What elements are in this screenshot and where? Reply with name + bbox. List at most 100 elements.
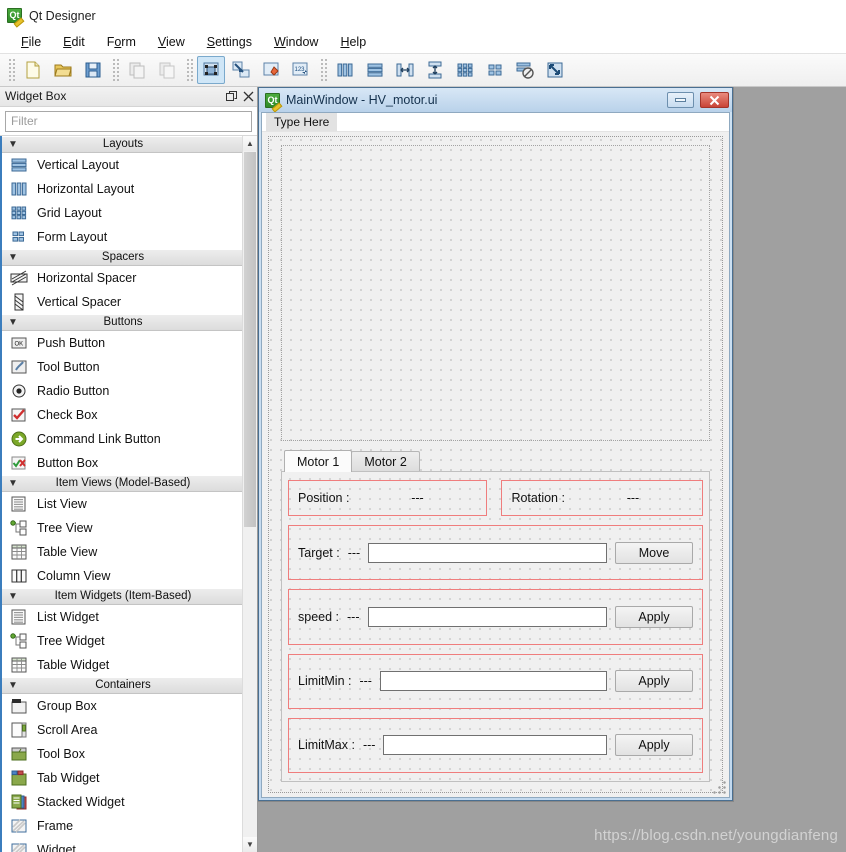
design-window-titlebar[interactable]: Qt MainWindow - HV_motor.ui <box>259 88 732 112</box>
menu-edit[interactable]: Edit <box>52 33 96 51</box>
widget-item-horizontal-spacer[interactable]: Horizontal Spacer <box>2 266 242 290</box>
move-button[interactable]: Move <box>615 541 693 564</box>
widget-item-list-view[interactable]: List View <box>2 492 242 516</box>
menu-view[interactable]: View <box>147 33 196 51</box>
widget-item-tool-button[interactable]: Tool Button <box>2 355 242 379</box>
category-label: Buttons <box>103 316 143 329</box>
widget-item-check-box[interactable]: Check Box <box>2 403 242 427</box>
speed-group[interactable]: speed : --- Apply <box>288 589 703 645</box>
widget-item-tool-box[interactable]: Tool Box <box>2 742 242 766</box>
widget-item-form-layout[interactable]: Form Layout <box>2 225 242 249</box>
layout-horizontally-icon[interactable] <box>331 56 359 84</box>
type-here-placeholder[interactable]: Type Here <box>266 113 338 131</box>
widget-item-frame[interactable]: Frame <box>2 814 242 838</box>
float-icon[interactable] <box>223 88 240 105</box>
scrollbar-thumb[interactable] <box>244 151 256 527</box>
widget-box-title: Widget Box <box>5 89 67 104</box>
close-button[interactable] <box>700 92 729 108</box>
limitmin-input[interactable] <box>379 671 607 692</box>
widget-box-scrollbar[interactable]: ▲ ▼ <box>242 135 257 852</box>
target-input[interactable] <box>368 542 607 563</box>
edit-signals-slots-icon[interactable] <box>227 56 255 84</box>
widget-item-radio-button[interactable]: Radio Button <box>2 379 242 403</box>
widget-item-vertical-layout[interactable]: Vertical Layout <box>2 153 242 177</box>
layout-grid-icon[interactable] <box>451 56 479 84</box>
menu-window[interactable]: Window <box>263 33 329 51</box>
widget-item-tab-widget[interactable]: Tab Widget <box>2 766 242 790</box>
menu-help[interactable]: Help <box>329 33 377 51</box>
central-widget[interactable]: Motor 1 Motor 2 Position : --- Rotation … <box>268 136 723 793</box>
frame-icon <box>9 816 28 835</box>
tab-motor-1[interactable]: Motor 1 <box>284 450 353 472</box>
tab-motor-2[interactable]: Motor 2 <box>351 451 420 472</box>
new-file-icon[interactable] <box>19 56 47 84</box>
resize-grip[interactable] <box>712 780 726 794</box>
limitmin-label: LimitMin : <box>298 674 352 689</box>
limitmin-group[interactable]: LimitMin : --- Apply <box>288 653 703 709</box>
layout-splitter-vertical-icon[interactable] <box>421 56 449 84</box>
limitmin-apply-button[interactable]: Apply <box>615 670 693 693</box>
widget-item-tree-widget[interactable]: Tree Widget <box>2 629 242 653</box>
widget-item-command-link-button[interactable]: Command Link Button <box>2 427 242 451</box>
widget-item-button-box[interactable]: Button Box <box>2 451 242 475</box>
layout-splitter-horizontal-icon[interactable] <box>391 56 419 84</box>
widget-item-widget[interactable]: Widget <box>2 838 242 852</box>
widget-item-vertical-spacer[interactable]: Vertical Spacer <box>2 290 242 314</box>
speed-apply-button[interactable]: Apply <box>615 605 693 628</box>
target-group[interactable]: Target : --- Move <box>288 525 703 581</box>
tab-widget[interactable]: Motor 1 Motor 2 Position : --- Rotation … <box>281 450 710 782</box>
widget-item-horizontal-layout[interactable]: Horizontal Layout <box>2 177 242 201</box>
close-icon[interactable] <box>240 88 257 105</box>
menu-settings[interactable]: Settings <box>196 33 263 51</box>
menu-form[interactable]: Form <box>96 33 147 51</box>
limitmax-group[interactable]: LimitMax : --- Apply <box>288 717 703 773</box>
design-menubar[interactable]: Type Here <box>262 113 729 132</box>
column-view-icon <box>9 566 28 585</box>
widget-item-grid-layout[interactable]: Grid Layout <box>2 201 242 225</box>
toolbar-handle-3[interactable] <box>185 58 193 82</box>
widget-item-push-button[interactable]: OK Push Button <box>2 331 242 355</box>
open-file-icon[interactable] <box>49 56 77 84</box>
minimize-button[interactable] <box>667 92 694 108</box>
widget-item-table-widget[interactable]: Table Widget <box>2 653 242 677</box>
scroll-down-icon[interactable]: ▼ <box>243 837 257 852</box>
filter-input[interactable] <box>5 110 252 132</box>
widget-item-group-box[interactable]: Group Box <box>2 694 242 718</box>
toolbar-handle-2[interactable] <box>111 58 119 82</box>
layout-form-icon[interactable] <box>481 56 509 84</box>
layout-vertically-icon[interactable] <box>361 56 389 84</box>
grid-layout-icon <box>9 203 28 222</box>
widget-item-list-widget[interactable]: List Widget <box>2 605 242 629</box>
widget-category-layouts[interactable]: ▼ Layouts <box>2 135 242 153</box>
toolbar-handle[interactable] <box>7 58 15 82</box>
edit-buddies-icon[interactable] <box>257 56 285 84</box>
scroll-up-icon[interactable]: ▲ <box>243 135 257 151</box>
break-layout-icon[interactable] <box>511 56 539 84</box>
speed-input[interactable] <box>367 606 607 627</box>
design-canvas[interactable]: Motor 1 Motor 2 Position : --- Rotation … <box>262 132 729 797</box>
widget-item-table-view[interactable]: Table View <box>2 540 242 564</box>
rotation-group[interactable]: Rotation : --- <box>501 480 703 516</box>
toolbar-handle-4[interactable] <box>319 58 327 82</box>
rotation-value: --- <box>626 491 640 505</box>
empty-widget-area[interactable] <box>281 145 710 441</box>
widget-category-item-views-model-based[interactable]: ▼ Item Views (Model-Based) <box>2 474 242 492</box>
limitmax-apply-button[interactable]: Apply <box>615 734 693 757</box>
position-group[interactable]: Position : --- <box>288 480 488 516</box>
menu-file[interactable]: File <box>10 33 52 51</box>
widget-item-scroll-area[interactable]: Scroll Area <box>2 718 242 742</box>
adjust-size-icon[interactable] <box>541 56 569 84</box>
widget-item-tree-view[interactable]: Tree View <box>2 516 242 540</box>
widget-item-stacked-widget[interactable]: Stacked Widget <box>2 790 242 814</box>
widget-item-column-view[interactable]: Column View <box>2 564 242 588</box>
edit-widgets-icon[interactable] <box>197 56 225 84</box>
limitmax-input[interactable] <box>383 735 607 756</box>
widget-category-buttons[interactable]: ▼ Buttons <box>2 313 242 331</box>
chevron-down-icon: ▼ <box>8 316 18 328</box>
edit-tab-order-icon[interactable]: 123 <box>287 56 315 84</box>
qt-designer-window: Qt Qt Designer File Edit Form View Setti… <box>0 0 846 852</box>
save-file-icon[interactable] <box>79 56 107 84</box>
widget-category-spacers[interactable]: ▼ Spacers <box>2 248 242 266</box>
widget-category-containers[interactable]: ▼ Containers <box>2 676 242 694</box>
widget-category-item-widgets-item-based[interactable]: ▼ Item Widgets (Item-Based) <box>2 587 242 605</box>
